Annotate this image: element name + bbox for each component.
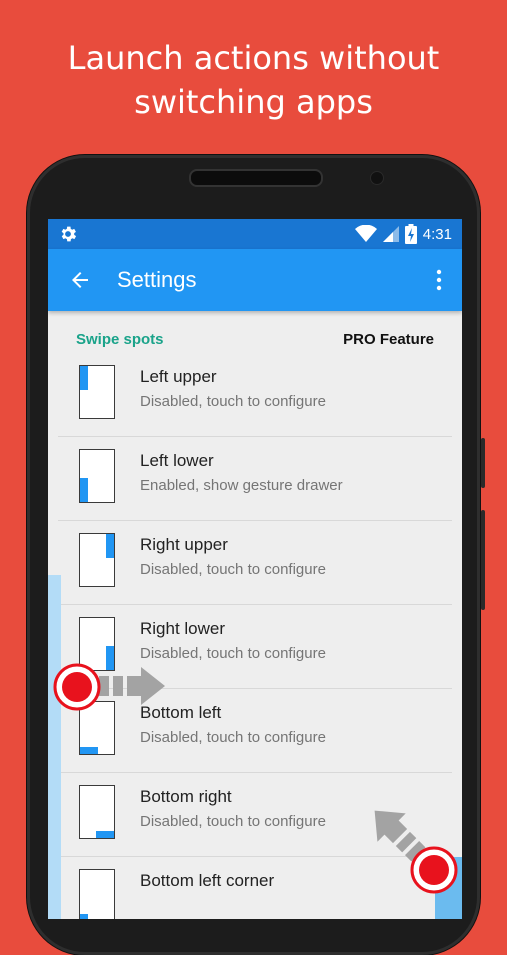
list-item[interactable]: Bottom left corner — [48, 857, 462, 919]
pro-feature-badge: PRO Feature — [343, 331, 434, 348]
list-item[interactable]: Bottom left Disabled, touch to configure — [48, 689, 462, 773]
bottom-right-spot-icon — [79, 785, 115, 839]
settings-gear-icon — [61, 226, 77, 242]
left-lower-spot-icon — [79, 449, 115, 503]
phone-screen: 4:31 Settings Swipe spots PRO Feature Le… — [48, 219, 462, 919]
system-icons: 4:31 — [354, 224, 452, 244]
item-subtitle: Disabled, touch to configure — [140, 393, 326, 410]
volume-button — [481, 438, 485, 488]
left-upper-spot-icon — [79, 365, 115, 419]
app-bar: Settings — [48, 249, 462, 311]
item-title: Bottom left — [140, 703, 222, 722]
more-vert-icon[interactable] — [436, 268, 442, 292]
battery-charging-icon — [404, 224, 417, 244]
item-title: Bottom right — [140, 787, 232, 806]
section-header: Swipe spots PRO Feature — [48, 329, 462, 353]
arrow-back-icon[interactable] — [68, 268, 92, 292]
bottom-left-spot-icon — [79, 701, 115, 755]
item-subtitle: Disabled, touch to configure — [140, 645, 326, 662]
list-item[interactable]: Right upper Disabled, touch to configure — [48, 521, 462, 605]
item-subtitle: Enabled, show gesture drawer — [140, 477, 343, 494]
item-title: Right lower — [140, 619, 226, 638]
item-subtitle: Disabled, touch to configure — [140, 561, 326, 578]
signal-icon — [382, 226, 399, 242]
item-title: Right upper — [140, 535, 228, 554]
front-camera — [370, 171, 384, 185]
list-item[interactable]: Left upper Disabled, touch to configure — [48, 353, 462, 437]
right-upper-spot-icon — [79, 533, 115, 587]
headline: Launch actions without switching apps — [0, 36, 507, 124]
list-item[interactable]: Right lower Disabled, touch to configure — [48, 605, 462, 689]
right-swipe-zone[interactable] — [435, 857, 462, 919]
bottom-left-corner-spot-icon — [79, 869, 115, 919]
page-title: Settings — [117, 267, 197, 292]
item-subtitle: Disabled, touch to configure — [140, 813, 326, 830]
right-lower-spot-icon — [79, 617, 115, 671]
left-swipe-zone[interactable] — [48, 575, 61, 919]
list-item[interactable]: Bottom right Disabled, touch to configur… — [48, 773, 462, 857]
status-bar: 4:31 — [48, 219, 462, 249]
wifi-icon — [354, 225, 377, 242]
item-title: Bottom left corner — [140, 871, 275, 890]
headline-line-2: switching apps — [134, 83, 373, 121]
headline-line-1: Launch actions without — [67, 39, 440, 77]
item-title: Left lower — [140, 451, 214, 470]
speaker-grille — [189, 169, 323, 187]
section-title: Swipe spots — [76, 331, 164, 348]
item-subtitle: Disabled, touch to configure — [140, 729, 326, 746]
power-button — [481, 510, 485, 610]
item-title: Left upper — [140, 367, 217, 386]
list-item[interactable]: Left lower Enabled, show gesture drawer — [48, 437, 462, 521]
clock: 4:31 — [422, 225, 452, 243]
swipe-spot-list: Left upper Disabled, touch to configure … — [48, 353, 462, 919]
